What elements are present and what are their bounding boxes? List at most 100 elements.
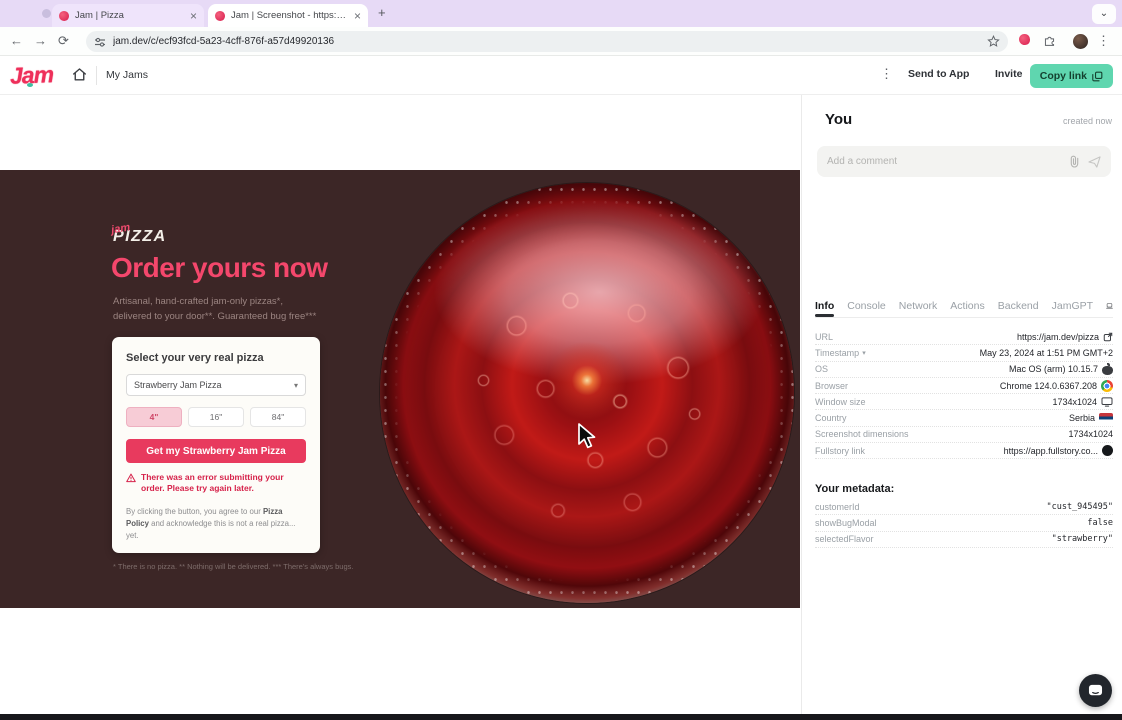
order-cta-button[interactable]: Get my Strawberry Jam Pizza: [126, 439, 306, 463]
policy-post: and acknowledge this is not a real pizza…: [126, 519, 295, 540]
comment-placeholder: Add a comment: [827, 156, 1061, 167]
pizza-heading: Order yours now: [111, 252, 328, 284]
metadata-title: Your metadata:: [815, 483, 894, 495]
fullstory-link[interactable]: https://app.fullstory.co...: [1004, 445, 1113, 456]
metadata-value: "cust_945495": [1046, 502, 1113, 512]
order-card-title: Select your very real pizza: [126, 352, 306, 364]
header-divider: [96, 66, 97, 85]
jam-sidebar: You created now Add a comment Info Conso…: [801, 95, 1122, 720]
metadata-value: "strawberry": [1052, 534, 1113, 544]
timestamp-label-toggle[interactable]: Timestamp ▾: [815, 348, 866, 358]
chat-widget-button[interactable]: [1079, 674, 1112, 707]
address-bar[interactable]: jam.dev/c/ecf93fcd-5a23-4cff-876f-a57d49…: [86, 31, 1008, 52]
jam-favicon-icon: [59, 11, 69, 21]
chat-bubble-icon: [1088, 684, 1103, 698]
flavor-select[interactable]: Strawberry Jam Pizza ▾: [126, 374, 306, 396]
tab-console[interactable]: Console: [847, 300, 886, 316]
author-row: You created now: [825, 111, 1112, 128]
flavor-selected-value: Strawberry Jam Pizza: [134, 380, 222, 390]
info-label: Screenshot dimensions: [815, 429, 909, 439]
info-label: OS: [815, 364, 828, 374]
metadata-row-showbugmodal: showBugModal false: [815, 515, 1113, 531]
tab-info[interactable]: Info: [815, 300, 834, 316]
tab-search-chevron-button[interactable]: ⌄: [1092, 4, 1116, 24]
metadata-panel: customerId "cust_945495" showBugModal fa…: [815, 499, 1113, 548]
metadata-row-customerid: customerId "cust_945495": [815, 499, 1113, 515]
info-row-screenshot-dimensions: Screenshot dimensions 1734x1024: [815, 427, 1113, 443]
info-value: Serbia: [1069, 413, 1095, 423]
send-to-app-button[interactable]: Send to App: [908, 68, 969, 80]
browser-tab-strip: Jam | Pizza × Jam | Screenshot - https:/…: [0, 0, 1122, 27]
order-error-text: There was an error submitting your order…: [141, 472, 306, 495]
url-text[interactable]: jam.dev/c/ecf93fcd-5a23-4cff-876f-a57d49…: [113, 36, 980, 47]
jam-options-kebab-icon[interactable]: ⋮: [880, 66, 893, 82]
send-icon[interactable]: [1088, 156, 1101, 168]
tab-close-icon[interactable]: ×: [190, 10, 197, 22]
invite-button[interactable]: Invite: [995, 68, 1022, 80]
copy-link-button[interactable]: Copy link: [1030, 64, 1113, 88]
device-laptop-icon[interactable]: [1106, 300, 1113, 312]
jam-pizza-image: [380, 183, 794, 603]
comment-input[interactable]: Add a comment: [817, 146, 1111, 177]
info-label: Timestamp: [815, 348, 859, 358]
window-close-button[interactable]: [42, 9, 51, 18]
browser-profile-avatar[interactable]: [1073, 34, 1088, 49]
tab-close-icon[interactable]: ×: [354, 10, 361, 22]
info-value-link[interactable]: https://jam.dev/pizza: [1017, 332, 1113, 342]
tab-actions[interactable]: Actions: [950, 300, 984, 316]
policy-text: By clicking the button, you agree to our…: [126, 506, 306, 542]
serbia-flag-icon: [1099, 413, 1113, 423]
info-row-fullstory: Fullstory link https://app.fullstory.co.…: [815, 443, 1113, 459]
created-time: created now: [1063, 116, 1112, 126]
info-row-url: URL https://jam.dev/pizza: [815, 329, 1113, 345]
info-value: https://app.fullstory.co...: [1004, 446, 1098, 456]
bookmark-star-icon[interactable]: [987, 35, 1000, 48]
back-icon[interactable]: ←: [10, 33, 23, 48]
browser-tab-screenshot[interactable]: Jam | Screenshot - https://j... ×: [208, 4, 368, 27]
size-button-16[interactable]: 16": [188, 407, 244, 427]
jam-extension-icon[interactable]: [1019, 34, 1030, 45]
info-value: Mac OS (arm) 10.15.7: [1009, 364, 1098, 374]
monitor-icon: [1101, 397, 1113, 407]
order-error-message: There was an error submitting your order…: [126, 472, 306, 495]
size-button-84[interactable]: 84": [250, 407, 306, 427]
browser-tab-pizza[interactable]: Jam | Pizza ×: [52, 4, 204, 27]
chevron-down-icon: ▾: [862, 349, 866, 357]
reload-icon[interactable]: ⟳: [58, 33, 69, 49]
apple-icon: [1102, 363, 1113, 375]
site-settings-icon[interactable]: [94, 36, 106, 48]
new-tab-button[interactable]: +: [378, 5, 386, 20]
tab-backend[interactable]: Backend: [998, 300, 1039, 316]
captured-screenshot[interactable]: jam PIZZA Order yours now Artisanal, han…: [0, 170, 800, 608]
pizza-subtext-line1: Artisanal, hand-crafted jam-only pizzas*…: [113, 296, 283, 307]
mouse-cursor: [575, 422, 599, 450]
copy-link-label: Copy link: [1040, 70, 1087, 82]
tab-title: Jam | Pizza: [75, 10, 184, 21]
attachment-paperclip-icon[interactable]: [1069, 155, 1080, 168]
info-row-window-size: Window size 1734x1024: [815, 394, 1113, 410]
open-external-icon[interactable]: [1103, 332, 1113, 342]
info-label: Fullstory link: [815, 446, 865, 456]
home-icon[interactable]: [71, 66, 88, 83]
nav-my-jams[interactable]: My Jams: [106, 69, 148, 81]
jam-app-header: Jam My Jams ⋮ Send to App Invite Copy li…: [0, 56, 1122, 95]
chrome-icon: [1101, 380, 1113, 392]
chevron-down-icon: ▾: [294, 381, 298, 390]
info-row-timestamp: Timestamp ▾ May 23, 2024 at 1:51 PM GMT+…: [815, 345, 1113, 361]
pizza-order-card: Select your very real pizza Strawberry J…: [112, 337, 320, 553]
pizza-subtext: Artisanal, hand-crafted jam-only pizzas*…: [113, 294, 316, 324]
tab-network[interactable]: Network: [899, 300, 938, 316]
info-value: https://jam.dev/pizza: [1017, 332, 1099, 342]
fullstory-icon: [1102, 445, 1113, 456]
size-button-4[interactable]: 4": [126, 407, 182, 427]
metadata-key: customerId: [815, 502, 860, 512]
browser-menu-kebab-icon[interactable]: ⋮: [1097, 33, 1110, 49]
metadata-key: selectedFlavor: [815, 534, 874, 544]
tab-jamgpt[interactable]: JamGPT: [1052, 300, 1093, 316]
info-value: Chrome 124.0.6367.208: [1000, 381, 1097, 391]
info-label: Window size: [815, 397, 866, 407]
forward-icon[interactable]: →: [34, 33, 47, 48]
metadata-key: showBugModal: [815, 518, 877, 528]
screenshot-viewer: jam PIZZA Order yours now Artisanal, han…: [0, 95, 800, 720]
extensions-puzzle-icon[interactable]: [1043, 34, 1056, 47]
